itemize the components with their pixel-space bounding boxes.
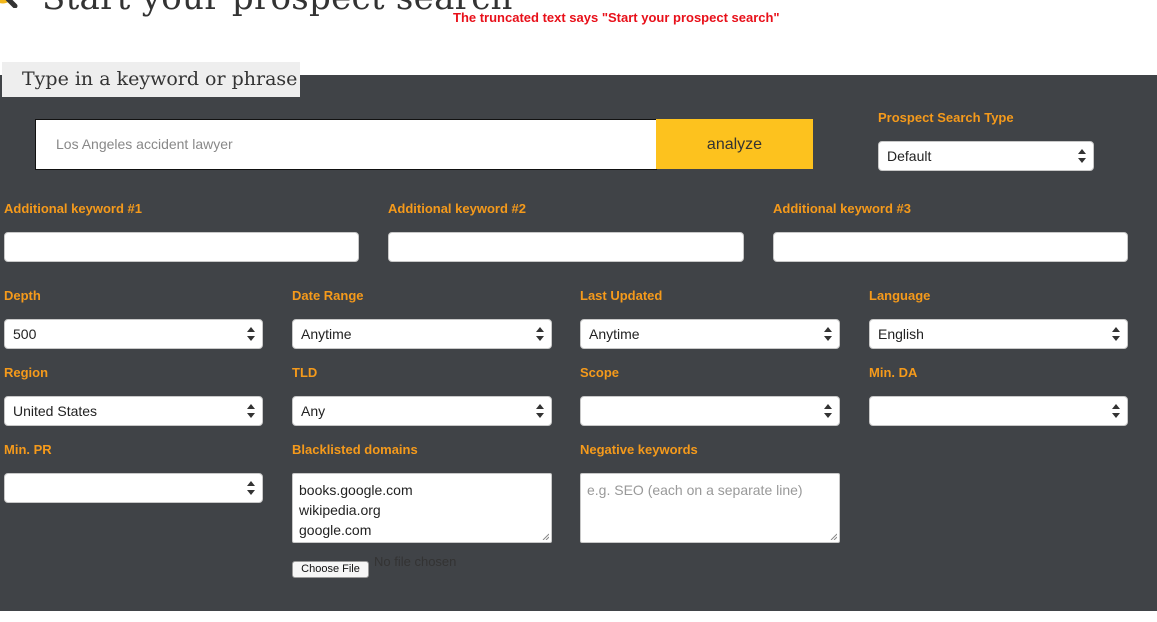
additional-keyword-3-label: Additional keyword #3 [773,201,911,216]
additional-keyword-2-input[interactable] [388,232,744,262]
tld-label: TLD [292,365,318,380]
updown-arrows-icon [247,327,255,341]
depth-value: 500 [13,326,37,342]
tld-value: Any [301,403,326,419]
updown-arrows-icon [536,327,544,341]
depth-select[interactable]: 500 [4,319,263,349]
blacklisted-domains-label: Blacklisted domains [292,442,418,457]
negative-keywords-placeholder: e.g. SEO (each on a separate line) [587,482,803,498]
additional-keyword-3-input[interactable] [773,232,1128,262]
scope-select[interactable] [580,396,840,426]
page-title: Start your prospect search [42,0,513,18]
blacklisted-domain: wikipedia.org [299,502,381,518]
depth-label: Depth [4,288,41,303]
date-range-select[interactable]: Anytime [292,319,552,349]
region-value: United States [13,403,98,419]
negative-keywords-textarea[interactable]: e.g. SEO (each on a separate line) [580,473,840,543]
file-status: No file chosen [374,554,457,569]
min-pr-select[interactable] [4,473,263,503]
blacklisted-domain: books.google.com [299,482,413,498]
min-da-label: Min. DA [869,365,918,380]
updown-arrows-icon [1078,149,1086,163]
search-type-label: Prospect Search Type [878,110,1014,125]
updown-arrows-icon [824,404,832,418]
updown-arrows-icon [824,327,832,341]
analyze-button[interactable]: analyze [656,119,813,169]
annotation-note: The truncated text says "Start your pros… [453,10,780,25]
resize-grip-icon[interactable] [829,532,837,540]
region-label: Region [4,365,49,380]
min-da-select[interactable] [869,396,1128,426]
blacklisted-domain: google.com [299,522,372,538]
search-type-select[interactable]: Default [878,141,1094,171]
last-updated-label: Last Updated [580,288,663,303]
additional-keyword-2-label: Additional keyword #2 [388,201,526,216]
choose-file-button[interactable]: Choose File [292,561,369,578]
updown-arrows-icon [247,404,255,418]
tld-select[interactable]: Any [292,396,552,426]
additional-keyword-1-label: Additional keyword #1 [4,201,142,216]
updown-arrows-icon [536,404,544,418]
language-value: English [878,326,924,342]
last-updated-value: Anytime [589,326,640,342]
search-type-value: Default [887,148,932,164]
updown-arrows-icon [1112,327,1120,341]
updown-arrows-icon [1112,404,1120,418]
date-range-label: Date Range [292,288,364,303]
keyword-tab-label: Type in a keyword or phrase [2,62,300,97]
negative-keywords-label: Negative keywords [580,442,698,457]
language-label: Language [869,288,931,303]
last-updated-select[interactable]: Anytime [580,319,840,349]
language-select[interactable]: English [869,319,1128,349]
resize-grip-icon[interactable] [541,532,549,540]
additional-keyword-1-input[interactable] [4,232,359,262]
min-pr-label: Min. PR [4,442,52,457]
date-range-value: Anytime [301,326,352,342]
updown-arrows-icon [247,481,255,495]
region-select[interactable]: United States [4,396,263,426]
keyword-input[interactable]: Los Angeles accident lawyer [35,119,657,170]
blacklisted-domains-textarea[interactable]: books.google.com wikipedia.org google.co… [292,473,552,543]
search-icon [0,0,18,9]
scope-label: Scope [580,365,620,380]
